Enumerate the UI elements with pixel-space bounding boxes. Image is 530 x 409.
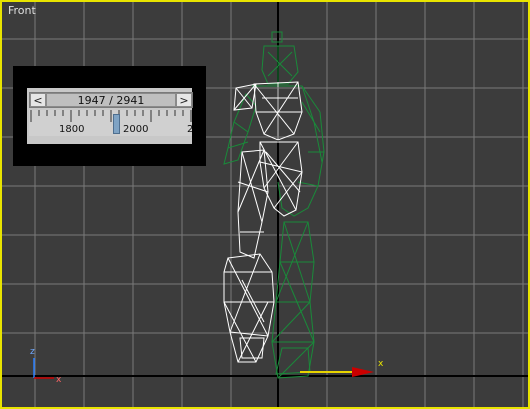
chevron-right-icon: > — [179, 94, 189, 107]
front-viewport[interactable]: x z x Front < 1947 / 2941 > 1800 2000 — [0, 0, 530, 409]
transform-gizmo[interactable]: x — [300, 359, 384, 377]
ruler-ticks — [30, 110, 192, 122]
time-slider-panel: < 1947 / 2941 > 1800 2000 — [27, 88, 193, 144]
gizmo-x-label: x — [378, 359, 384, 369]
chevron-left-icon: < — [33, 94, 43, 107]
time-slider[interactable]: < 1947 / 2941 > — [29, 92, 193, 108]
track-bar-ruler[interactable]: 1800 2000 2 — [29, 110, 192, 136]
ruler-label-end: 2 — [187, 124, 192, 135]
wireframe-figure-green[interactable] — [223, 31, 325, 379]
frame-counter[interactable]: 1947 / 2941 — [46, 93, 176, 107]
time-slider-overlay: < 1947 / 2941 > 1800 2000 — [13, 66, 206, 166]
world-axis-x-label: x — [56, 375, 62, 385]
time-scrubber-handle[interactable] — [113, 114, 120, 134]
ruler-label-1800: 1800 — [59, 124, 85, 135]
viewport-label[interactable]: Front — [8, 4, 36, 17]
viewport-scene[interactable]: x z x — [2, 2, 528, 407]
next-frame-button[interactable]: > — [176, 93, 192, 107]
prev-frame-button[interactable]: < — [30, 93, 46, 107]
ruler-label-2000: 2000 — [123, 124, 149, 135]
world-axis-z-label: z — [30, 347, 35, 357]
